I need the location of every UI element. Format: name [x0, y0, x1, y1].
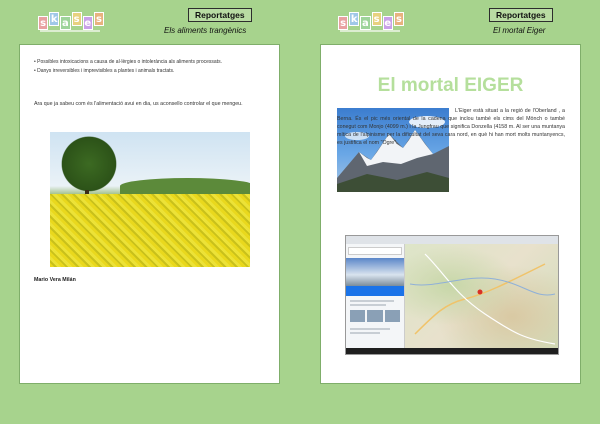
page-left: • Possibles intoxicacions a causa de al·…	[19, 44, 280, 384]
google-maps-screenshot	[345, 235, 559, 355]
bullet-item: • Danys irreversibles i imprevisibles a …	[34, 68, 175, 74]
logo-letter: s	[71, 12, 82, 26]
magazine-logo: skases	[38, 8, 105, 34]
logo-letter: a	[60, 16, 71, 30]
section-label-left: Reportatges	[188, 8, 252, 22]
author-name: Mario Vera Milán	[34, 277, 76, 283]
logo-underline	[40, 30, 100, 32]
magazine-logo: skases	[338, 8, 405, 34]
page-right: El mortal EIGER L'Eiger està situat a la…	[320, 44, 581, 384]
article-subtitle-right: El mortal Eiger	[493, 26, 546, 35]
logo-underline	[340, 30, 400, 32]
article-paragraph-left: Ara que ja sabeu com és l'alimentació av…	[34, 101, 243, 107]
section-label-right: Reportatges	[489, 8, 553, 22]
logo-letter: s	[393, 12, 405, 26]
logo-letter: s	[38, 16, 49, 30]
logo-letter: a	[360, 16, 371, 30]
article-subtitle-left: Els aliments trangènics	[164, 26, 247, 35]
logo-letter: s	[371, 12, 382, 26]
logo-letter: s	[338, 16, 349, 30]
logo-letter: k	[49, 12, 60, 26]
article-paragraph-right: L'Eiger està situat a la regió de l'Ober…	[337, 108, 565, 146]
logo-letter: e	[382, 16, 393, 30]
logo-letter: e	[82, 16, 93, 30]
logo-letter: k	[349, 12, 360, 26]
bullet-item: • Possibles intoxicacions a causa de al·…	[34, 59, 222, 65]
logo-letter: s	[93, 12, 105, 26]
rapeseed-field-photo	[50, 132, 250, 267]
article-title: El mortal EIGER	[377, 75, 524, 96]
